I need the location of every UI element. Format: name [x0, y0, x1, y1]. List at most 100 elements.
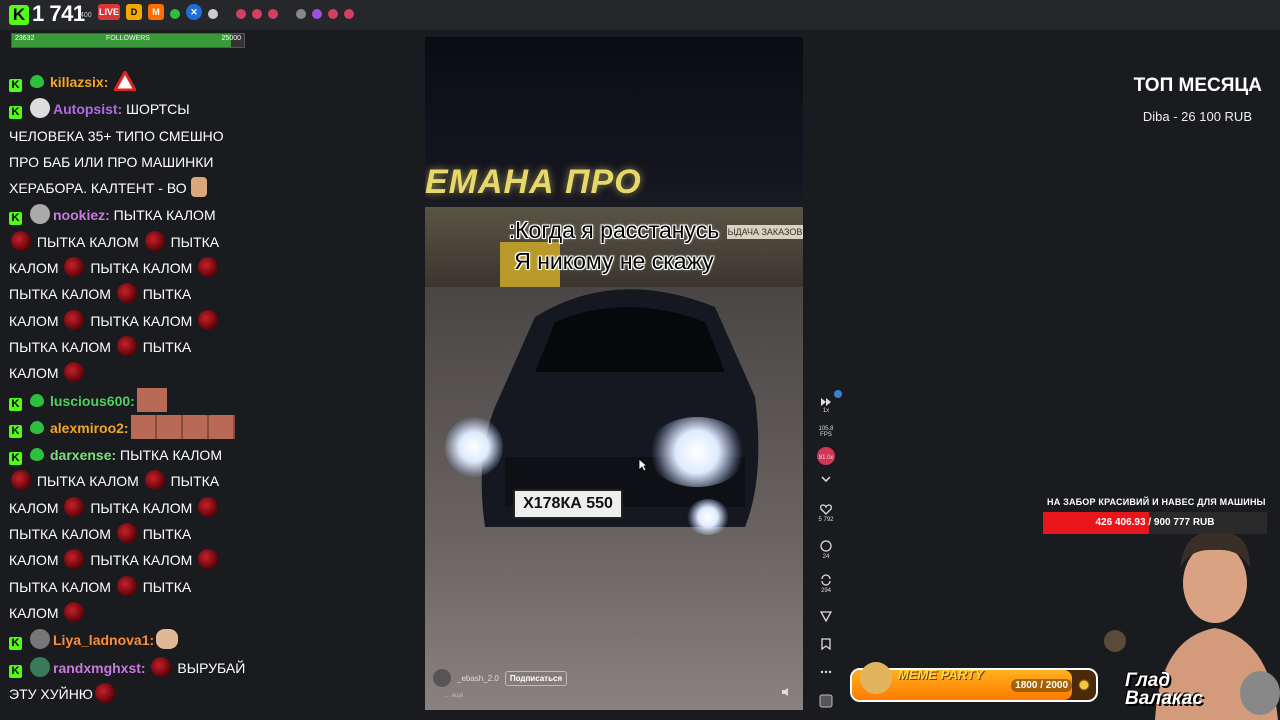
- video-author: _ebash_2.0 Подписаться: [433, 669, 568, 687]
- chat-username[interactable]: luscious600:: [50, 393, 135, 409]
- fog-light: [687, 499, 729, 535]
- kick-badge-icon: K: [9, 79, 22, 92]
- speed-value: 1x: [822, 408, 830, 414]
- chat-message: Krandxmghxst: ВЫРУБАЙ ЭТУ ХУЙНЮ: [0, 655, 260, 708]
- status-green-icon: [170, 8, 180, 19]
- chat-username[interactable]: randxmghxst:: [53, 660, 146, 676]
- user-avatar: [30, 656, 50, 677]
- alert-icons: LIVE D M ✕: [98, 4, 354, 20]
- chat-text: ВЫРУБАЙ: [177, 659, 246, 676]
- repost-button[interactable]: 294: [812, 574, 840, 594]
- chat-username[interactable]: alexmiroo2:: [50, 420, 129, 436]
- kick-badge-icon: K: [9, 452, 22, 466]
- plus-badge-icon: [834, 390, 842, 398]
- boost-button[interactable]: 81.0к: [812, 447, 840, 471]
- video-player[interactable]: ЕМАНА ПРО ЫДАЧА ЗАКАЗОВ Х178КА 550 :Когд…: [425, 37, 803, 710]
- music-disc-icon: [819, 694, 833, 708]
- bookmark-icon: [821, 638, 831, 651]
- like-count: 5 792: [818, 517, 834, 523]
- sub-badge-icon: [30, 75, 44, 88]
- kalom-emote-icon: [116, 283, 137, 304]
- share-button[interactable]: [812, 610, 840, 624]
- chat-message: Kluscious600:: [0, 387, 260, 414]
- donation-icon: D: [126, 4, 142, 20]
- chat-text: КАЛОМ: [9, 552, 59, 569]
- kalom-emote-icon: [116, 335, 137, 356]
- viewer-count: 1 741: [32, 1, 85, 26]
- status-pink3-icon: [268, 8, 278, 19]
- user-avatar: [30, 204, 50, 225]
- repost-count: 294: [820, 588, 831, 594]
- chat-text: ПЫТКА КАЛОМ: [90, 260, 193, 277]
- live-icon: LIVE: [98, 4, 120, 20]
- chat-text: ПЫТКА: [142, 286, 192, 303]
- bookmark-button[interactable]: [812, 638, 840, 652]
- send-icon: [819, 611, 833, 623]
- chat-text: ПЫТКА КАЛОМ: [9, 338, 111, 355]
- chat-text: ПЫТКА: [170, 473, 220, 490]
- scroll-down-button[interactable]: [812, 476, 840, 484]
- author-description[interactable]: ... ещё: [445, 693, 463, 699]
- chat-text: КАЛОМ: [9, 312, 59, 329]
- donation-goal-total: 900 777 RUB: [1153, 517, 1215, 528]
- kick-logo-icon: K: [9, 5, 29, 25]
- chat-text: ШОРТСЫ: [126, 101, 190, 118]
- repost-icon: [821, 574, 831, 586]
- chat-username[interactable]: nookiez:: [53, 207, 110, 223]
- thumbs-up-emote-icon: [190, 177, 207, 198]
- chat-text: ПЫТКА КАЛОМ: [9, 578, 111, 595]
- author-name[interactable]: _ebash_2.0: [457, 674, 499, 683]
- chat-text: ПЫТКА: [142, 526, 192, 543]
- top-month-title: ТОП МЕСЯЦА: [1133, 75, 1262, 96]
- license-plate: Х178КА 550: [513, 489, 623, 519]
- small-face-icon: [1104, 630, 1126, 652]
- chat-message: Knookiez: ПЫТКА КАЛОМ ПЫТКА КАЛОМ ПЫТКА …: [0, 202, 260, 386]
- music-button[interactable]: [812, 694, 840, 710]
- chat-message: Kalexmiroo2:: [0, 414, 260, 441]
- chat-text: ЭТУ ХУЙНЮ: [9, 685, 93, 702]
- kalom-emote-icon: [64, 601, 85, 622]
- chat-username[interactable]: Autopsist:: [53, 101, 122, 117]
- chat-username[interactable]: killazsix:: [50, 74, 108, 90]
- doge-icon: [860, 662, 892, 694]
- kalom-emote-icon: [64, 362, 85, 383]
- kalom-emote-icon: [94, 682, 115, 703]
- chat-message: K Autopsist: ШОРТСЫ ЧЕЛОВЕКА 35+ ТИПО СМЕ…: [0, 96, 260, 201]
- sub-badge-icon: [30, 393, 44, 407]
- chat-text: ПЫТКА КАЛОМ: [9, 286, 111, 303]
- warning-emote-icon: [114, 71, 137, 91]
- video-caption-line1: :Когда я расстанусь: [508, 217, 720, 243]
- kick-badge-icon: K: [9, 106, 22, 120]
- author-avatar[interactable]: [433, 669, 451, 687]
- kalom-emote-icon: [198, 549, 219, 570]
- chat-username[interactable]: darxense:: [50, 447, 116, 463]
- comment-icon: [820, 540, 832, 552]
- like-button[interactable]: 5 792: [812, 504, 840, 523]
- chat-text: ПЫТКА КАЛОМ: [36, 473, 139, 490]
- heart-icon: [820, 504, 832, 515]
- mute-icon[interactable]: [781, 687, 791, 697]
- status-pink-icon: [236, 8, 246, 19]
- chat-message: Kdarxense: ПЫТКА КАЛОМ ПЫТКА КАЛОМ ПЫТКА…: [0, 442, 260, 626]
- status-pink2-icon: [252, 8, 262, 19]
- more-button[interactable]: [812, 666, 840, 677]
- subscribe-button[interactable]: Подписаться: [504, 670, 568, 686]
- status-pink4-icon: [328, 8, 338, 19]
- fast-forward-icon: [821, 398, 831, 406]
- memealerts-icon: M: [148, 4, 164, 20]
- chat-message: K Liya_ladnova1:: [0, 627, 260, 653]
- mouse-cursor-icon: [638, 458, 648, 472]
- boost-value: 81.0к: [818, 455, 834, 461]
- status-grey2-icon: [296, 8, 306, 19]
- speed-control[interactable]: 1x: [812, 398, 840, 414]
- video-caption-line2: Я никому не скажу: [514, 248, 714, 274]
- chat-username[interactable]: Liya_ladnova1:: [53, 632, 154, 648]
- chat-text: КАЛОМ: [9, 365, 59, 382]
- kalom-emote-icon: [11, 470, 31, 491]
- donation-goal-title: НА ЗАБОР КРАСИВИЙ И НАВЕС ДЛЯ МАШИНЫ: [1047, 497, 1266, 507]
- comment-button[interactable]: 24: [812, 540, 840, 560]
- hand-emote-icon: [156, 629, 179, 650]
- chat-text: ПЫТКА: [170, 233, 220, 250]
- followers-goal: 25000: [221, 35, 241, 42]
- kalom-emote-icon: [144, 470, 165, 491]
